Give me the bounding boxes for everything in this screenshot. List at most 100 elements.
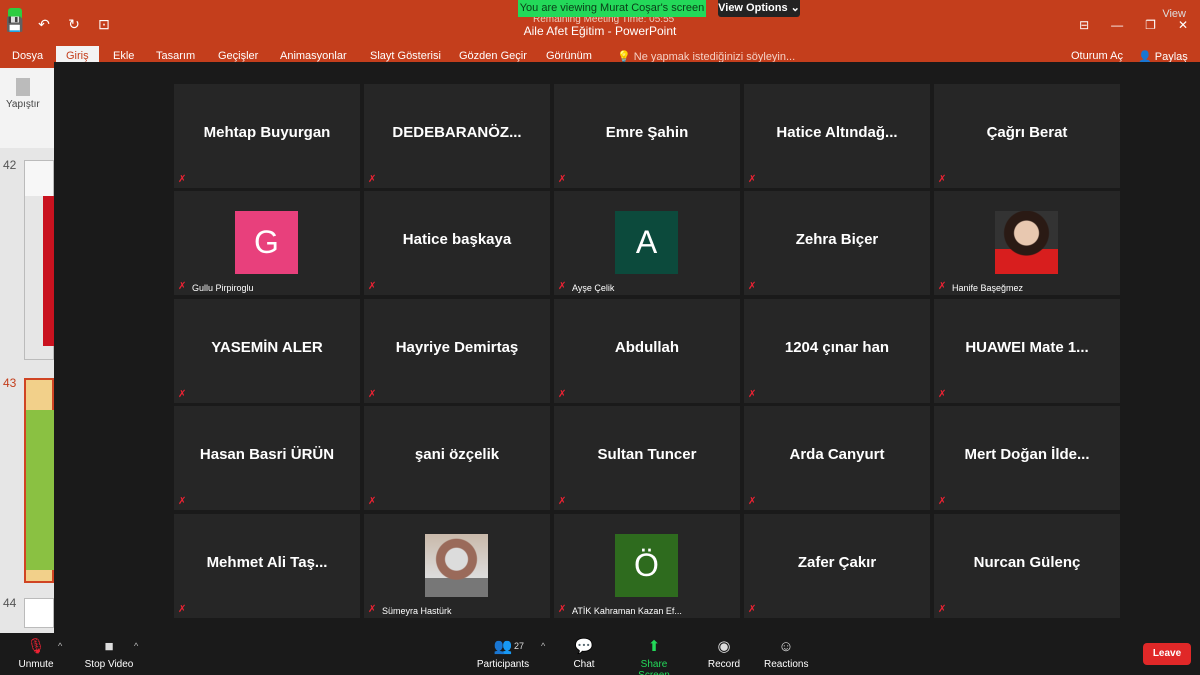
participant-tile[interactable]: Zafer Çakır ✗ (744, 514, 930, 618)
view-options-button[interactable]: View Options ⌄ (718, 0, 800, 17)
participant-name: Çağrı Berat (986, 124, 1068, 141)
minimize-icon[interactable]: — (1111, 18, 1123, 32)
tab-ekle[interactable]: Ekle (113, 50, 134, 62)
document-title: Aile Afet Eğitim - PowerPoint (523, 24, 677, 38)
slide-thumbnail[interactable] (24, 160, 55, 360)
participant-tile[interactable]: Çağrı Berat ✗ (934, 84, 1120, 188)
participant-tile[interactable]: Ö ✗ ATİK Kahraman Kazan Ef... (554, 514, 740, 618)
participant-tile[interactable]: Sultan Tuncer ✗ (554, 406, 740, 510)
muted-microphone-icon: ✗ (178, 281, 187, 292)
participant-tile[interactable]: Abdullah ✗ (554, 299, 740, 403)
share-screen-button[interactable]: ⬆ Share Screen (624, 633, 684, 675)
participant-tile[interactable]: Hatice Altındağ... ✗ (744, 84, 930, 188)
muted-microphone-icon: ✗ (748, 281, 757, 292)
chevron-up-icon[interactable]: ^ (58, 641, 62, 651)
participant-label: Sümeyra Hastürk (382, 606, 452, 616)
participant-name: Abdullah (614, 339, 680, 356)
participants-button[interactable]: 👥 Participants (474, 633, 532, 671)
participant-tile[interactable]: Mehtap Buyurgan ✗ (174, 84, 360, 188)
muted-microphone-icon: ✗ (558, 604, 567, 615)
participant-tile[interactable]: Emre Şahin ✗ (554, 84, 740, 188)
participant-tile[interactable]: ✗ Hanife Başeğmez (934, 191, 1120, 295)
participant-tile[interactable]: A ✗ Ayşe Çelik (554, 191, 740, 295)
paste-button[interactable]: Yapıştır (6, 78, 40, 110)
muted-microphone-icon: ✗ (368, 389, 377, 400)
participant-name: Mehtap Buyurgan (203, 124, 331, 141)
participant-tile[interactable]: DEDEBARANÖZ... ✗ (364, 84, 550, 188)
muted-microphone-icon: ✗ (558, 389, 567, 400)
participant-label: ATİK Kahraman Kazan Ef... (572, 606, 682, 616)
chat-button[interactable]: 💬 Chat (570, 633, 598, 671)
slide-number: 43 (3, 376, 17, 390)
clipboard-icon (16, 78, 30, 96)
participant-tile[interactable]: Zehra Biçer ✗ (744, 191, 930, 295)
participant-tile[interactable]: şani özçelik ✗ (364, 406, 550, 510)
tab-tasarim[interactable]: Tasarım (156, 50, 195, 62)
tab-gorunum[interactable]: Görünüm (546, 50, 592, 62)
participant-tile[interactable]: Mehmet Ali Taş... ✗ (174, 514, 360, 618)
participant-tile[interactable]: Mert Doğan İlde... ✗ (934, 406, 1120, 510)
muted-microphone-icon: ✗ (748, 389, 757, 400)
muted-microphone-icon: 🎙 (26, 638, 46, 655)
tab-gecisler[interactable]: Geçişler (218, 50, 258, 62)
sign-in-link[interactable]: Oturum Aç (1071, 50, 1123, 62)
chevron-up-icon[interactable]: ^ (134, 641, 138, 651)
reactions-button[interactable]: ☺ Reactions (764, 633, 808, 671)
muted-microphone-icon: ✗ (368, 496, 377, 507)
muted-microphone-icon: ✗ (178, 174, 187, 185)
participant-tile[interactable]: Hayriye Demirtaş ✗ (364, 299, 550, 403)
participant-label: Gullu Pirpiroglu (192, 283, 254, 293)
stop-video-button[interactable]: ■ Stop Video (82, 633, 136, 671)
meeting-toolbar: 🎙 Unmute ^ ■ Stop Video ^ 👥 Participants… (0, 633, 1200, 675)
participant-tile[interactable]: HUAWEI Mate 1... ✗ (934, 299, 1120, 403)
tab-animasyonlar[interactable]: Animasyonlar (280, 50, 347, 62)
participant-name: 1204 çınar han (784, 339, 890, 356)
participant-name: Nurcan Gülenç (973, 554, 1081, 571)
participant-name: Hatice başkaya (402, 231, 512, 248)
restore-icon[interactable]: ❐ (1145, 18, 1156, 32)
participant-tile[interactable]: Nurcan Gülenç ✗ (934, 514, 1120, 618)
participant-gallery: Mehtap Buyurgan ✗ DEDEBARANÖZ... ✗ Emre Şahi… (54, 62, 1200, 633)
participant-tile[interactable]: G ✗ Gullu Pirpiroglu (174, 191, 360, 295)
muted-microphone-icon: ✗ (558, 174, 567, 185)
muted-microphone-icon: ✗ (748, 174, 757, 185)
muted-microphone-icon: ✗ (178, 604, 187, 615)
participant-name: DEDEBARANÖZ... (392, 124, 522, 141)
participant-tile[interactable]: Arda Canyurt ✗ (744, 406, 930, 510)
muted-microphone-icon: ✗ (368, 604, 377, 615)
participant-tile[interactable]: Hasan Basri ÜRÜN ✗ (174, 406, 360, 510)
chevron-up-icon[interactable]: ^ (541, 641, 545, 651)
participant-name: YASEMİN ALER (211, 339, 323, 356)
participant-name: Hayriye Demirtaş (395, 339, 519, 356)
muted-microphone-icon: ✗ (178, 389, 187, 400)
participant-name: Emre Şahin (605, 124, 689, 141)
unmute-button[interactable]: 🎙 Unmute (14, 633, 58, 671)
slide-thumbnail[interactable] (24, 598, 54, 628)
muted-microphone-icon: ✗ (938, 174, 947, 185)
close-icon[interactable]: ✕ (1178, 18, 1188, 32)
muted-microphone-icon: ✗ (178, 496, 187, 507)
leave-button[interactable]: Leave (1143, 643, 1191, 665)
slide-number: 44 (3, 596, 17, 610)
record-icon: ◉ (717, 638, 731, 655)
participant-tile[interactable]: ✗ Sümeyra Hastürk (364, 514, 550, 618)
record-button[interactable]: ◉ Record (706, 633, 742, 671)
participant-name: HUAWEI Mate 1... (965, 339, 1089, 356)
woman-photo (995, 211, 1058, 274)
participant-name: şani özçelik (414, 446, 500, 463)
participant-tile[interactable]: Hatice başkaya ✗ (364, 191, 550, 295)
slide-thumbnail-selected[interactable] (24, 378, 54, 583)
muted-microphone-icon: ✗ (938, 604, 947, 615)
tab-slayt-gosterisi[interactable]: Slayt Gösterisi (370, 50, 441, 62)
participant-name: Hasan Basri ÜRÜN (199, 446, 335, 463)
tab-dosya[interactable]: Dosya (12, 50, 43, 62)
participant-tile[interactable]: YASEMİN ALER ✗ (174, 299, 360, 403)
participant-tile[interactable]: 1204 çınar han ✗ (744, 299, 930, 403)
avatar: G (235, 211, 298, 274)
participant-label: Ayşe Çelik (572, 283, 615, 293)
participant-name: Hatice Altındağ... (776, 124, 898, 141)
ribbon-display-icon[interactable]: ⊟ (1079, 18, 1089, 32)
video-camera-icon: ■ (104, 638, 114, 655)
participant-name: Mert Doğan İlde... (964, 446, 1090, 463)
tab-gozden-gecir[interactable]: Gözden Geçir (459, 50, 527, 62)
